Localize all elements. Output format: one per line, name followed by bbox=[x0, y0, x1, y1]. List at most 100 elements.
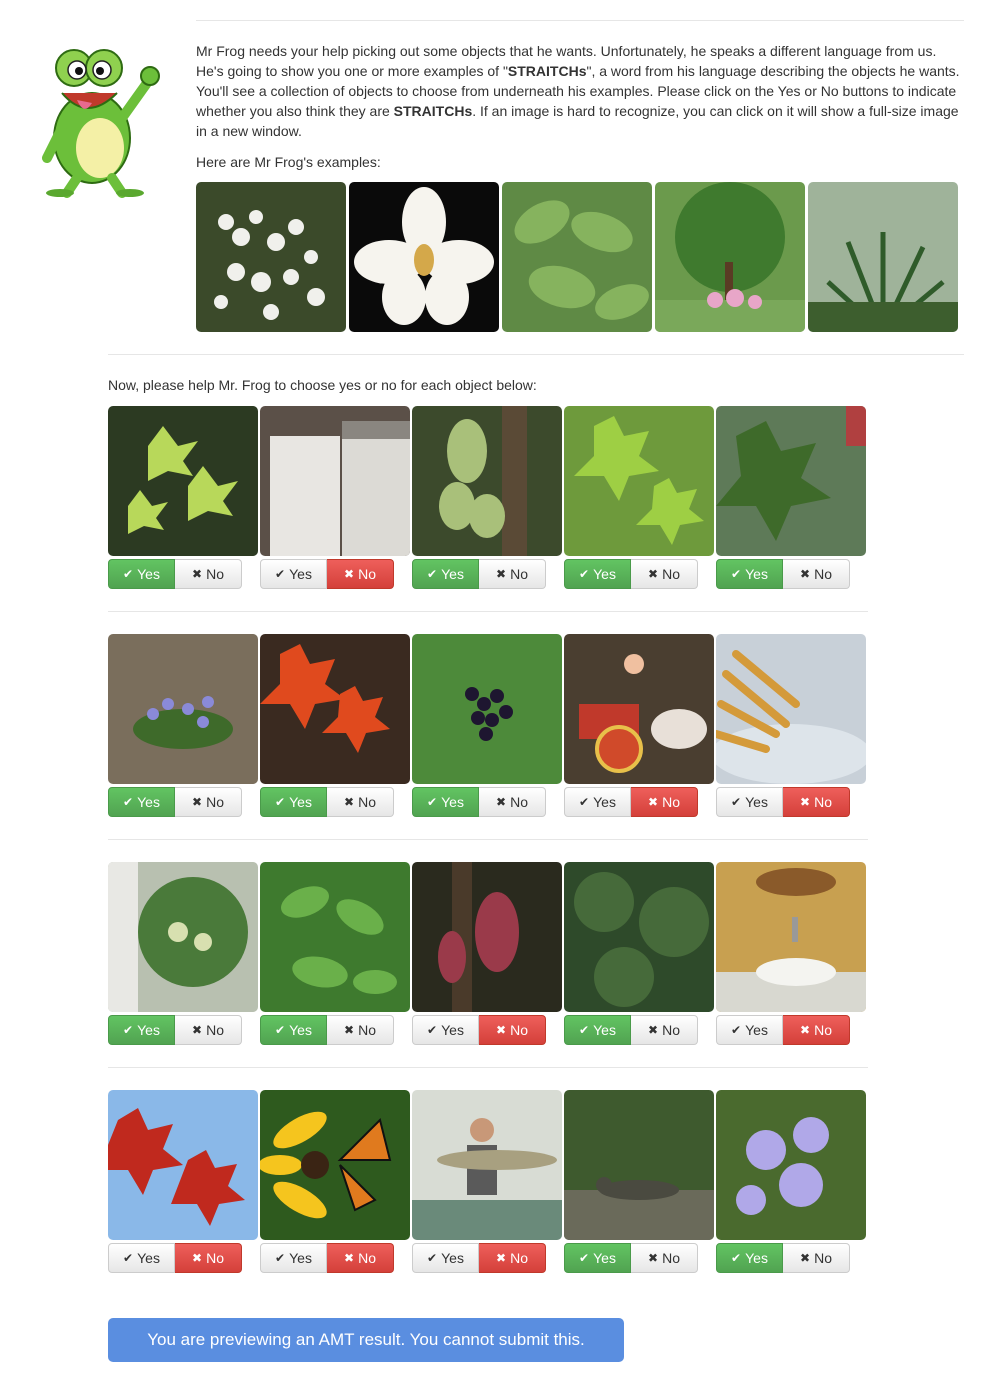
yes-button[interactable]: ✔ Yes bbox=[260, 787, 327, 817]
close-icon: ✖ bbox=[496, 795, 507, 809]
elder-tree-image[interactable] bbox=[108, 862, 258, 1012]
white-berries-image[interactable] bbox=[196, 182, 346, 332]
yes-button[interactable]: ✔ Yes bbox=[716, 559, 783, 589]
tropical-plants-image[interactable] bbox=[808, 182, 958, 332]
yes-no-toggle: ✔ Yes ✖ No bbox=[260, 1015, 410, 1045]
red-cacao-pods-image[interactable] bbox=[412, 862, 562, 1012]
candidate-item: ✔ Yes ✖ No bbox=[108, 1090, 258, 1273]
candidate-row: ✔ Yes ✖ No ✔ Yes ✖ No ✔ Yes ✖ No ✔ Yes ✖ No ✔ Yes ✖ No bbox=[108, 406, 868, 634]
no-button[interactable]: ✖ No bbox=[175, 559, 242, 589]
yes-no-toggle: ✔ Yes ✖ No bbox=[108, 1015, 258, 1045]
blue-mistflower-image[interactable] bbox=[716, 1090, 866, 1240]
iguana-image[interactable] bbox=[564, 1090, 714, 1240]
french-fries-image[interactable] bbox=[716, 634, 866, 784]
yes-button[interactable]: ✔ Yes bbox=[412, 559, 479, 589]
yes-label: Yes bbox=[441, 566, 464, 582]
maple-sapling-image[interactable] bbox=[108, 406, 258, 556]
yes-button[interactable]: ✔ Yes bbox=[564, 787, 631, 817]
green-maple-leaves-image[interactable] bbox=[564, 406, 714, 556]
no-button[interactable]: ✖ No bbox=[783, 559, 850, 589]
yes-label: Yes bbox=[137, 1250, 160, 1266]
candidate-grid: ✔ Yes ✖ No ✔ Yes ✖ No ✔ Yes ✖ No ✔ Yes ✖ No ✔ Yes ✖ No ✔ Yes ✖… bbox=[108, 406, 868, 1318]
yes-button[interactable]: ✔ Yes bbox=[260, 1243, 327, 1273]
yes-button[interactable]: ✔ Yes bbox=[108, 1015, 175, 1045]
yes-button[interactable]: ✔ Yes bbox=[108, 559, 175, 589]
no-button[interactable]: ✖ No bbox=[175, 787, 242, 817]
tree-garden-image[interactable] bbox=[655, 182, 805, 332]
no-button[interactable]: ✖ No bbox=[479, 787, 546, 817]
no-button[interactable]: ✖ No bbox=[783, 1015, 850, 1045]
yes-label: Yes bbox=[441, 1022, 464, 1038]
no-button[interactable]: ✖ No bbox=[631, 1015, 698, 1045]
red-maple-image[interactable] bbox=[260, 634, 410, 784]
yes-label: Yes bbox=[745, 794, 768, 810]
yes-button[interactable]: ✔ Yes bbox=[564, 559, 631, 589]
magnolia-flower-image[interactable] bbox=[349, 182, 499, 332]
no-button[interactable]: ✖ No bbox=[631, 1243, 698, 1273]
no-button[interactable]: ✖ No bbox=[327, 787, 394, 817]
yes-label: Yes bbox=[745, 1022, 768, 1038]
selection-prompt: Now, please help Mr. Frog to choose yes … bbox=[108, 377, 537, 393]
no-button[interactable]: ✖ No bbox=[175, 1243, 242, 1273]
check-icon: ✔ bbox=[275, 795, 286, 809]
candidate-item: ✔ Yes ✖ No bbox=[412, 406, 562, 589]
target-word-2: STRAITCHs bbox=[393, 103, 473, 119]
no-button[interactable]: ✖ No bbox=[479, 559, 546, 589]
candidate-item: ✔ Yes ✖ No bbox=[564, 406, 714, 589]
sink-basin-image[interactable] bbox=[716, 862, 866, 1012]
yes-button[interactable]: ✔ Yes bbox=[412, 1015, 479, 1045]
check-icon: ✔ bbox=[427, 795, 438, 809]
check-icon: ✔ bbox=[275, 1023, 286, 1037]
yes-button[interactable]: ✔ Yes bbox=[412, 787, 479, 817]
close-icon: ✖ bbox=[648, 1251, 659, 1265]
yes-label: Yes bbox=[441, 794, 464, 810]
yes-no-toggle: ✔ Yes ✖ No bbox=[412, 1015, 562, 1045]
yes-button[interactable]: ✔ Yes bbox=[716, 1015, 783, 1045]
yes-button[interactable]: ✔ Yes bbox=[108, 787, 175, 817]
yes-button[interactable]: ✔ Yes bbox=[564, 1243, 631, 1273]
check-icon: ✔ bbox=[579, 567, 590, 581]
no-label: No bbox=[510, 794, 528, 810]
candidate-item: ✔ Yes ✖ No bbox=[412, 634, 562, 817]
elderberries-image[interactable] bbox=[412, 634, 562, 784]
no-button[interactable]: ✖ No bbox=[631, 787, 698, 817]
butterfly-flower-image[interactable] bbox=[260, 1090, 410, 1240]
no-button[interactable]: ✖ No bbox=[631, 559, 698, 589]
candidate-item: ✔ Yes ✖ No bbox=[108, 634, 258, 817]
close-icon: ✖ bbox=[192, 1251, 203, 1265]
yes-button[interactable]: ✔ Yes bbox=[260, 559, 327, 589]
no-button[interactable]: ✖ No bbox=[327, 559, 394, 589]
ox-cart-image[interactable] bbox=[564, 634, 714, 784]
no-button[interactable]: ✖ No bbox=[479, 1015, 546, 1045]
yes-no-toggle: ✔ Yes ✖ No bbox=[716, 787, 866, 817]
yes-button[interactable]: ✔ Yes bbox=[716, 1243, 783, 1273]
yes-button[interactable]: ✔ Yes bbox=[564, 1015, 631, 1045]
yes-button[interactable]: ✔ Yes bbox=[260, 1015, 327, 1045]
check-icon: ✔ bbox=[731, 567, 742, 581]
yes-button[interactable]: ✔ Yes bbox=[716, 787, 783, 817]
check-icon: ✔ bbox=[123, 1251, 134, 1265]
purple-flowers-image[interactable] bbox=[108, 634, 258, 784]
washing-machine-image[interactable] bbox=[260, 406, 410, 556]
frog-mascot-image bbox=[22, 38, 172, 198]
no-button[interactable]: ✖ No bbox=[479, 1243, 546, 1273]
yes-button[interactable]: ✔ Yes bbox=[108, 1243, 175, 1273]
yes-label: Yes bbox=[745, 1250, 768, 1266]
no-button[interactable]: ✖ No bbox=[175, 1015, 242, 1045]
no-button[interactable]: ✖ No bbox=[783, 1243, 850, 1273]
maple-tree-image[interactable] bbox=[716, 406, 866, 556]
green-leaves-image[interactable] bbox=[502, 182, 652, 332]
yes-button[interactable]: ✔ Yes bbox=[412, 1243, 479, 1273]
no-button[interactable]: ✖ No bbox=[327, 1243, 394, 1273]
dark-foliage-image[interactable] bbox=[564, 862, 714, 1012]
yes-no-toggle: ✔ Yes ✖ No bbox=[564, 787, 714, 817]
leafy-branch-image[interactable] bbox=[260, 862, 410, 1012]
autumn-maple-image[interactable] bbox=[108, 1090, 258, 1240]
yes-label: Yes bbox=[289, 566, 312, 582]
no-label: No bbox=[662, 566, 680, 582]
preview-notice-button[interactable]: You are previewing an AMT result. You ca… bbox=[108, 1318, 624, 1362]
no-button[interactable]: ✖ No bbox=[327, 1015, 394, 1045]
no-button[interactable]: ✖ No bbox=[783, 787, 850, 817]
fisherman-image[interactable] bbox=[412, 1090, 562, 1240]
cacao-pods-image[interactable] bbox=[412, 406, 562, 556]
